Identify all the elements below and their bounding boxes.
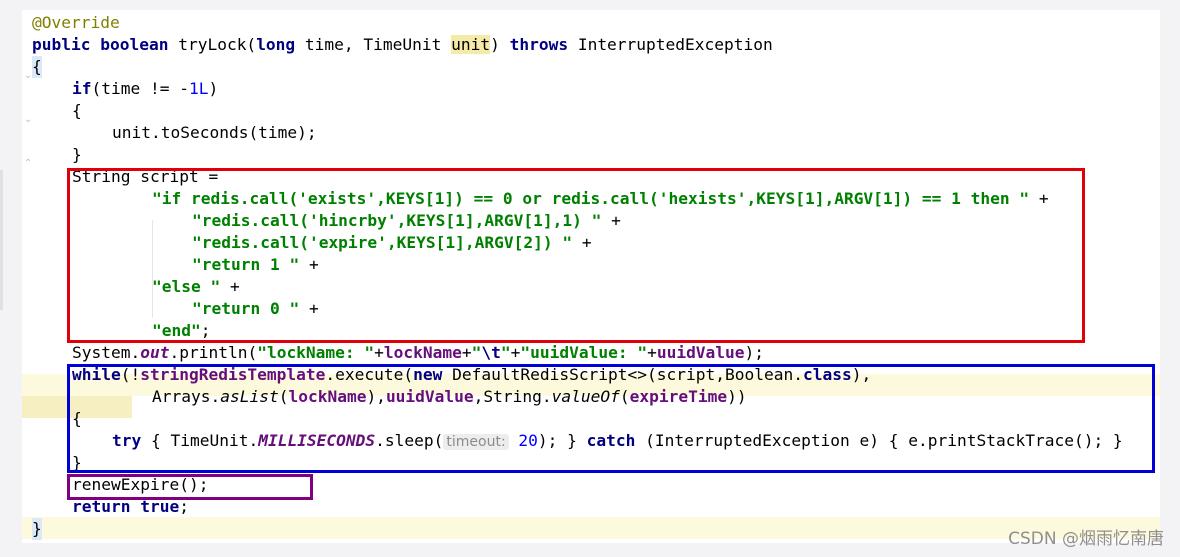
caret-line-highlight (22, 517, 1160, 539)
window-edge (0, 170, 3, 310)
code-line-5: { (72, 101, 82, 120)
fold-icon[interactable]: ⌄ (24, 114, 32, 125)
while-loop-highlight-box (67, 364, 1155, 473)
renew-expire-highlight-box (67, 474, 313, 500)
script-highlight-box (67, 168, 1085, 343)
code-line-1: @Override (32, 13, 120, 32)
code-line-7: } (72, 145, 82, 164)
code-line-2: public boolean tryLock(long time, TimeUn… (32, 35, 773, 54)
code-line-3: { (32, 56, 42, 78)
code-line-4: if(time != -1L) (72, 79, 219, 98)
code-line-24: } (32, 518, 42, 540)
code-line-6: unit.toSeconds(time); (112, 123, 317, 142)
code-editor[interactable]: ⌄ ⌄ ⌃ @Override public boolean tryLock(l… (22, 10, 1160, 543)
watermark: CSDN @烟雨忆南唐 (1008, 529, 1164, 549)
param-highlight: unit (451, 35, 491, 54)
code-line-16: System.out.println("lockName: "+lockName… (72, 343, 765, 362)
fold-icon[interactable]: ⌃ (24, 158, 32, 169)
